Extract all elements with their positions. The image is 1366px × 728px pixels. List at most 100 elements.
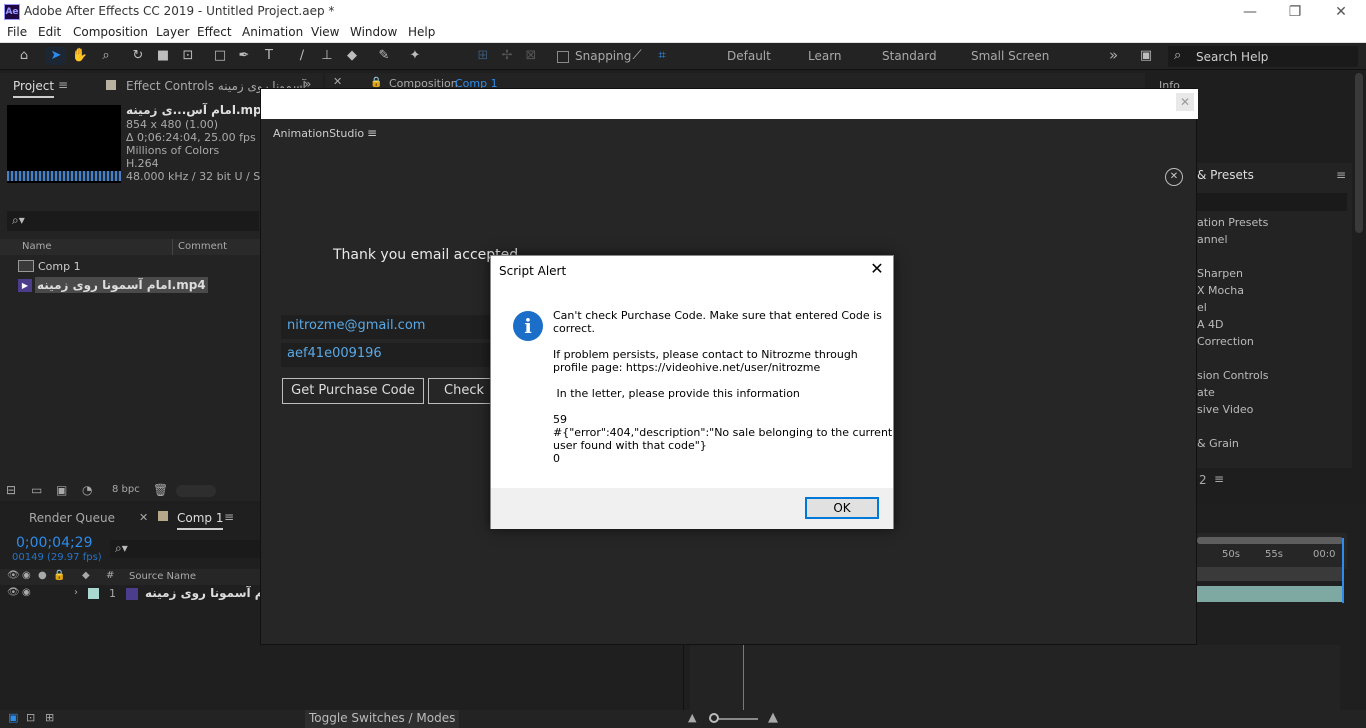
- audio-icon[interactable]: ◉: [22, 587, 31, 598]
- visibility-column-icon[interactable]: 👁: [7, 570, 20, 581]
- close-tab-icon[interactable]: ✕: [333, 75, 342, 88]
- effects-item[interactable]: sive Video: [1197, 403, 1347, 420]
- bit-depth-button[interactable]: 8 bpc: [112, 484, 140, 495]
- camera-tool-icon[interactable]: ■: [153, 47, 173, 65]
- get-purchase-code-button[interactable]: Get Purchase Code: [282, 378, 424, 404]
- menu-animation[interactable]: Animation: [242, 25, 303, 39]
- render-time-icon[interactable]: ▣: [8, 711, 18, 724]
- source-name-column[interactable]: Source Name: [129, 571, 196, 582]
- view-axis-icon[interactable]: ⊠: [521, 47, 541, 65]
- effects-item[interactable]: [1197, 420, 1347, 437]
- menu-help[interactable]: Help: [408, 25, 435, 39]
- interpret-footage-icon[interactable]: ⊟: [6, 483, 16, 497]
- menu-layer[interactable]: Layer: [156, 25, 189, 39]
- search-help-field[interactable]: ⌕ Search Help: [1168, 46, 1358, 67]
- workspace-default[interactable]: Default: [727, 49, 771, 63]
- type-tool-icon[interactable]: T: [259, 47, 279, 65]
- layer-label-color[interactable]: [88, 588, 99, 599]
- current-timecode[interactable]: 0;00;04;29: [16, 535, 93, 551]
- audio-column-icon[interactable]: ◉: [22, 570, 31, 581]
- alert-close-icon[interactable]: ✕: [867, 259, 887, 278]
- zoom-in-icon[interactable]: ▲: [768, 710, 778, 725]
- effects-item[interactable]: A 4D: [1197, 318, 1347, 335]
- layer-switches-icon[interactable]: ⊡: [26, 711, 35, 724]
- project-settings-icon[interactable]: ◔: [82, 483, 92, 497]
- effects-item[interactable]: [1197, 250, 1347, 267]
- effects-search-input[interactable]: [1197, 193, 1347, 211]
- project-item-footage[interactable]: ▶ امام آسمونا روی زمینه.mp4: [0, 276, 260, 295]
- puppet-pin-tool-icon[interactable]: ✦: [405, 47, 425, 65]
- expand-layer-icon[interactable]: ›: [74, 587, 78, 598]
- new-composition-icon[interactable]: ▣: [56, 483, 67, 497]
- tab-project[interactable]: Project: [13, 79, 55, 98]
- menu-effect[interactable]: Effect: [197, 25, 232, 39]
- ok-button[interactable]: OK: [805, 497, 879, 519]
- pan-behind-tool-icon[interactable]: ⊡: [178, 47, 198, 65]
- purchase-code-field[interactable]: aef41e009196: [281, 343, 501, 367]
- project-item-comp[interactable]: Comp 1: [0, 257, 260, 276]
- effects-item[interactable]: annel: [1197, 233, 1347, 250]
- solo-column-icon[interactable]: ●: [38, 570, 47, 581]
- layer-duration-bar[interactable]: [1197, 586, 1343, 602]
- lock-column-icon[interactable]: 🔒: [53, 570, 65, 581]
- layer-row[interactable]: 👁 ◉ › 1 امام آسمونا روی زمینه.mp4: [0, 585, 260, 603]
- effects-item[interactable]: sion Controls: [1197, 369, 1347, 386]
- work-area-bar[interactable]: [1197, 537, 1343, 544]
- close-window-button[interactable]: ✕: [1321, 2, 1361, 22]
- home-icon[interactable]: ⌂: [14, 47, 34, 65]
- timeline-menu-icon[interactable]: ≡: [224, 510, 234, 524]
- effects-item[interactable]: ation Presets: [1197, 216, 1347, 233]
- studio-close-icon[interactable]: ✕: [1176, 93, 1194, 111]
- email-field[interactable]: nitrozme@gmail.com: [281, 315, 501, 339]
- toggle-switches-modes-button[interactable]: Toggle Switches / Modes: [305, 710, 460, 728]
- label-column-icon[interactable]: ◆: [82, 570, 90, 581]
- rotate-tool-icon[interactable]: ↻: [128, 47, 148, 65]
- zoom-tool-icon[interactable]: ⌕: [96, 47, 116, 65]
- snapping-checkbox[interactable]: [557, 51, 569, 63]
- roto-brush-tool-icon[interactable]: ✎: [374, 47, 394, 65]
- studio-menu-icon[interactable]: ≡: [367, 126, 377, 140]
- lock-icon[interactable]: 🔒: [370, 77, 382, 88]
- transfer-controls-icon[interactable]: ⊞: [45, 711, 54, 724]
- current-time-indicator[interactable]: [1342, 538, 1344, 603]
- menu-edit[interactable]: Edit: [38, 25, 61, 39]
- thumbnail-size-slider[interactable]: [176, 485, 216, 497]
- workspace-learn[interactable]: Learn: [808, 49, 842, 63]
- menu-window[interactable]: Window: [350, 25, 397, 39]
- menu-view[interactable]: View: [311, 25, 339, 39]
- hand-tool-icon[interactable]: ✋: [70, 47, 90, 65]
- panel-menu-icon[interactable]: ≡: [1214, 472, 1224, 486]
- menu-composition[interactable]: Composition: [73, 25, 148, 39]
- right-scrollbar[interactable]: [1355, 73, 1363, 233]
- column-comment[interactable]: Comment: [178, 241, 227, 252]
- close-tab-icon[interactable]: ✕: [139, 511, 148, 524]
- snap-edges-icon[interactable]: ⟋: [627, 47, 647, 65]
- pen-tool-icon[interactable]: ✒: [234, 47, 254, 65]
- new-folder-icon[interactable]: ▭: [31, 483, 42, 497]
- effects-item[interactable]: X Mocha: [1197, 284, 1347, 301]
- more-workspaces-button[interactable]: »: [1109, 46, 1118, 64]
- local-axis-icon[interactable]: ⊞: [473, 47, 493, 65]
- brush-tool-icon[interactable]: ∕: [292, 47, 312, 65]
- tab-comp-1[interactable]: Comp 1: [177, 511, 224, 530]
- workspace-settings-icon[interactable]: ▣: [1136, 47, 1156, 65]
- timeline-search-input[interactable]: ⌕▾: [110, 540, 260, 558]
- project-search-input[interactable]: ⌕▾: [7, 211, 259, 231]
- close-circle-icon[interactable]: ✕: [1165, 168, 1183, 186]
- workspace-standard[interactable]: Standard: [882, 49, 937, 63]
- column-name[interactable]: Name: [22, 241, 52, 252]
- delete-icon[interactable]: 🗑: [153, 483, 168, 497]
- menu-file[interactable]: File: [7, 25, 27, 39]
- world-axis-icon[interactable]: ✢: [497, 47, 517, 65]
- project-menu-icon[interactable]: ≡: [58, 78, 68, 92]
- effects-item[interactable]: [1197, 352, 1347, 369]
- effects-item[interactable]: & Grain: [1197, 437, 1347, 454]
- snap-features-icon[interactable]: ⌗: [652, 47, 672, 65]
- clone-stamp-tool-icon[interactable]: ⊥: [317, 47, 337, 65]
- eraser-tool-icon[interactable]: ◆: [342, 47, 362, 65]
- effects-menu-icon[interactable]: ≡: [1336, 168, 1346, 182]
- restore-button[interactable]: ❐: [1275, 2, 1315, 22]
- rectangle-tool-icon[interactable]: □: [210, 47, 230, 65]
- time-ruler[interactable]: 50s 55s 00:0: [1197, 533, 1347, 569]
- layer-name[interactable]: امام آسمونا روی زمینه.mp4: [145, 586, 260, 600]
